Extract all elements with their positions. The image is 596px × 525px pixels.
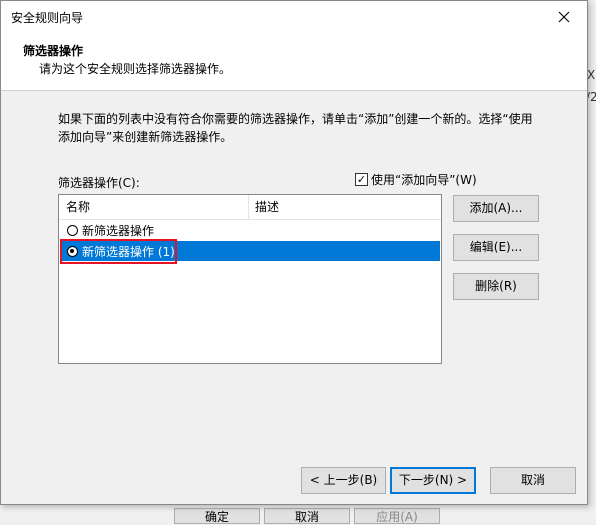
check-icon: ✓ — [356, 173, 367, 186]
background-button-bar: 确定 取消 应用(A) — [0, 505, 596, 524]
background-cancel-button[interactable]: 取消 — [264, 508, 350, 524]
back-button[interactable]: < 上一步(B) — [301, 467, 386, 494]
list-column-headers: 名称 描述 — [59, 195, 441, 220]
instruction-text: 如果下面的列表中没有符合你需要的筛选器操作，请单击“添加”创建一个新的。选择“使… — [58, 112, 533, 144]
next-button[interactable]: 下一步(N) > — [390, 467, 476, 494]
background-text: X — [587, 68, 596, 82]
radio-unselected-icon[interactable] — [67, 224, 78, 236]
column-header-name[interactable]: 名称 — [59, 195, 249, 219]
wizard-header: 筛选器操作 请为这个安全规则选择筛选器操作。 — [1, 32, 587, 91]
checkbox-box[interactable]: ✓ — [355, 173, 368, 186]
dialog-title: 安全规则向导 — [11, 11, 84, 25]
close-icon — [558, 11, 570, 22]
filter-action-list[interactable]: 名称 描述 新筛选器操作 新筛选器操作 (1) — [58, 194, 442, 364]
column-header-description[interactable]: 描述 — [249, 195, 441, 219]
add-button[interactable]: 添加(A)... — [453, 195, 539, 222]
radio-selected-icon[interactable] — [67, 245, 78, 257]
security-rule-wizard-dialog: 安全规则向导 筛选器操作 请为这个安全规则选择筛选器操作。 如果下面的列表中没有… — [0, 0, 588, 505]
header-title: 筛选器操作 — [23, 44, 84, 58]
title-bar[interactable]: 安全规则向导 — [1, 1, 587, 32]
background-apply-button[interactable]: 应用(A) — [354, 508, 440, 524]
list-item[interactable]: 新筛选器操作 — [60, 220, 440, 240]
background-ok-button[interactable]: 确定 — [174, 508, 260, 524]
delete-button[interactable]: 删除(R) — [453, 273, 539, 300]
list-item-name: 新筛选器操作 — [82, 223, 155, 238]
close-button[interactable] — [541, 1, 587, 32]
list-item-selected[interactable]: 新筛选器操作 (1) — [60, 241, 440, 261]
list-item-name: 新筛选器操作 (1) — [82, 244, 175, 259]
header-subtitle: 请为这个安全规则选择筛选器操作。 — [39, 62, 232, 76]
use-add-wizard-label: 使用“添加向导”(W) — [371, 173, 477, 187]
edit-button[interactable]: 编辑(E)... — [453, 234, 539, 261]
use-add-wizard-checkbox[interactable]: ✓ 使用“添加向导”(W) — [355, 171, 477, 188]
cancel-button[interactable]: 取消 — [490, 467, 576, 494]
filter-action-list-label: 筛选器操作(C): — [58, 176, 140, 190]
